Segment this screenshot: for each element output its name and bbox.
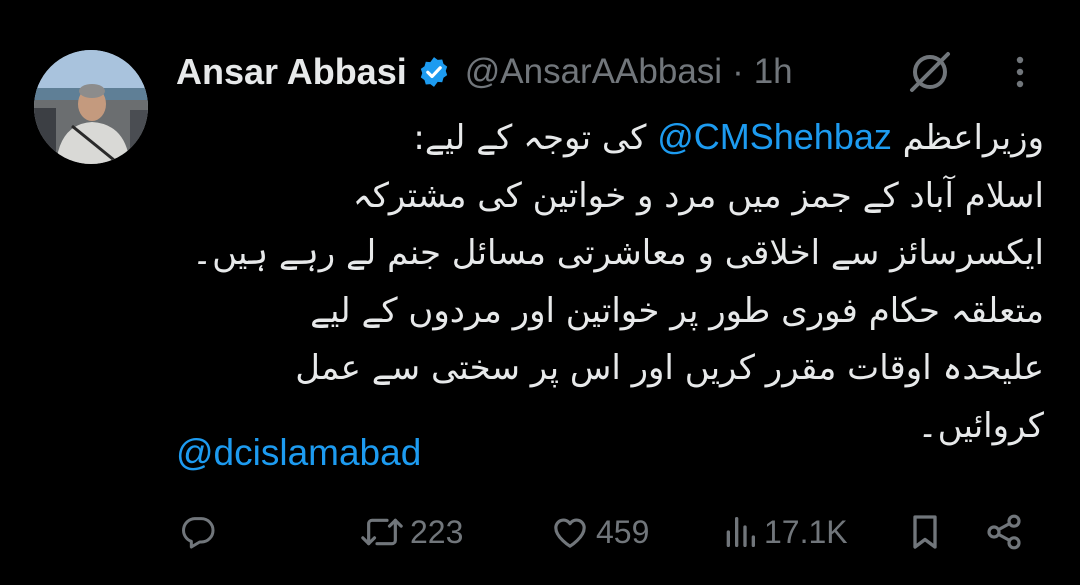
tweet[interactable]: Ansar Abbasi @AnsarAAbbasi · 1h وزیراعظم… — [0, 0, 1080, 585]
mention-link[interactable]: @dcislamabad — [176, 432, 421, 474]
tweet-line: اسلام آباد کے جمز میں مرد و خواتین کی مش… — [352, 175, 1044, 216]
tweet-line: علیحدہ اوقات مقرر کریں اور اس پر سختی سے… — [295, 348, 1044, 388]
views-count: 17.1K — [764, 513, 848, 550]
share-button[interactable] — [984, 510, 1024, 554]
reply-icon — [178, 512, 218, 552]
bookmark-icon — [908, 512, 942, 552]
tweet-time[interactable]: 1h — [754, 52, 793, 92]
retweet-button[interactable]: 223 — [360, 510, 463, 554]
retweet-icon — [360, 512, 404, 552]
author-handle[interactable]: @AnsarAAbbasi — [465, 52, 722, 92]
mention-link[interactable]: @CMShehbaz — [657, 116, 892, 157]
tweet-line-text: وزیراعظم — [891, 118, 1044, 158]
tweet-line: وزیراعظم @CMShehbaz کی توجہ کے لیے: — [176, 108, 1044, 168]
more-options-icon[interactable] — [1010, 52, 1030, 92]
tweet-line: ایکسرسائز سے اخلاقی و معاشرتی مسائل جنم … — [192, 233, 1044, 273]
author-name[interactable]: Ansar Abbasi — [176, 51, 407, 93]
retweet-count: 223 — [410, 513, 464, 550]
heart-icon — [550, 512, 590, 552]
views-icon — [722, 512, 758, 552]
tweet-line: متعلقہ حکام فوری طور پر خواتین اور مردوں… — [310, 290, 1044, 331]
like-count: 459 — [596, 513, 650, 550]
reply-button[interactable] — [178, 510, 218, 554]
grok-icon[interactable] — [906, 48, 954, 96]
views-button[interactable]: 17.1K — [722, 510, 848, 554]
tweet-actions: 223 459 17.1K — [0, 500, 1080, 564]
share-icon — [984, 512, 1024, 552]
tweet-text: وزیراعظم @CMShehbaz کی توجہ کے لیے: اسلا… — [176, 108, 1044, 455]
avatar[interactable] — [34, 50, 148, 164]
tweet-header: Ansar Abbasi @AnsarAAbbasi · 1h — [176, 44, 1056, 100]
bookmark-button[interactable] — [908, 510, 942, 554]
header-separator: · — [732, 52, 744, 91]
like-button[interactable]: 459 — [550, 510, 649, 554]
tweet-line-text: کی توجہ کے لیے: — [413, 118, 658, 158]
verified-badge-icon — [417, 55, 451, 89]
avatar-photo — [34, 50, 148, 164]
